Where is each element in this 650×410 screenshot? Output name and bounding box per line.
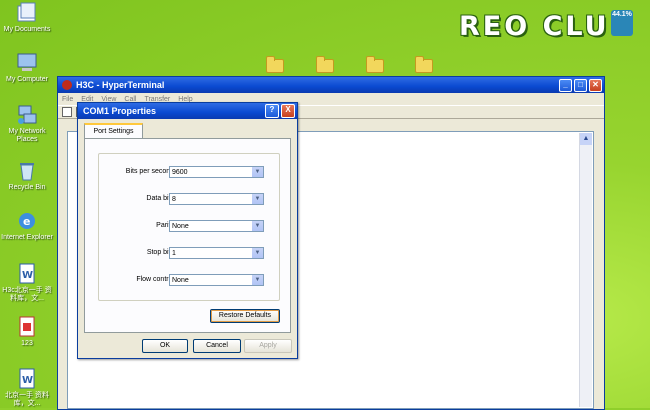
- scroll-up-icon[interactable]: ▲: [580, 133, 592, 145]
- tab-port-settings[interactable]: Port Settings: [84, 123, 143, 139]
- svg-text:e: e: [23, 215, 30, 228]
- minimize-button[interactable]: _: [559, 78, 572, 92]
- port-settings-panel: Bits per second: 9600 ▼ Data bits: 8 ▼ P…: [84, 138, 291, 333]
- documents-folder-icon: [15, 2, 39, 24]
- chevron-down-icon[interactable]: ▼: [251, 167, 263, 177]
- apply-button[interactable]: Apply: [244, 339, 292, 353]
- menu-file[interactable]: File: [62, 96, 73, 103]
- maximize-button[interactable]: □: [574, 78, 587, 92]
- com1-properties-dialog: COM1 Properties ? X Port Settings Bits p…: [77, 102, 298, 359]
- chevron-down-icon[interactable]: ▼: [251, 221, 263, 231]
- svg-text:W: W: [22, 270, 33, 281]
- folder-icon[interactable]: [266, 56, 284, 73]
- restore-defaults-button[interactable]: Restore Defaults: [210, 309, 280, 323]
- dialog-title: COM1 Properties: [83, 106, 157, 116]
- wallpaper-logo: REO CLU: [459, 10, 610, 42]
- new-connection-icon[interactable]: [62, 107, 72, 117]
- logo-badge: 44.1%: [611, 10, 633, 36]
- flow-control-select[interactable]: None ▼: [169, 274, 264, 286]
- word-document-icon: W: [15, 263, 39, 285]
- desktop-icon-recycle-bin[interactable]: Recycle Bin: [0, 160, 54, 192]
- chevron-down-icon[interactable]: ▼: [251, 248, 263, 258]
- desktop-icon-label: My Network Places: [8, 128, 46, 143]
- word-document-icon: W: [15, 368, 39, 390]
- chevron-down-icon[interactable]: ▼: [251, 275, 263, 285]
- desktop-icon-label: 123: [21, 340, 33, 347]
- desktop-icon-label: H3c北京一手 资料库，文...: [2, 287, 52, 302]
- desktop-icon-label: Recycle Bin: [8, 184, 46, 191]
- desktop-icon-123[interactable]: 123: [0, 316, 54, 348]
- stop-bits-select[interactable]: 1 ▼: [169, 247, 264, 259]
- desktop-icon-word-doc[interactable]: W H3c北京一手 资料库，文...: [0, 263, 54, 303]
- recycle-bin-icon: [15, 160, 39, 182]
- data-bits-select[interactable]: 8 ▼: [169, 193, 264, 205]
- close-button[interactable]: ✕: [589, 78, 602, 92]
- svg-text:W: W: [22, 375, 33, 386]
- chevron-down-icon[interactable]: ▼: [251, 194, 263, 204]
- parity-row: Parity: None ▼: [99, 220, 279, 233]
- folder-icon[interactable]: [316, 56, 334, 73]
- window-title: H3C - HyperTerminal: [76, 80, 165, 90]
- folder-icon[interactable]: [366, 56, 384, 73]
- network-icon: [15, 104, 39, 126]
- desktop-icon-my-computer[interactable]: My Computer: [0, 52, 54, 84]
- flow-control-value: None: [172, 277, 189, 284]
- flow-control-row: Flow control: None ▼: [99, 274, 279, 287]
- vertical-scrollbar[interactable]: ▲: [579, 133, 592, 407]
- parity-value: None: [172, 223, 189, 230]
- close-icon[interactable]: X: [281, 104, 295, 118]
- bits-per-second-value: 9600: [172, 169, 188, 176]
- parity-select[interactable]: None ▼: [169, 220, 264, 232]
- stop-bits-value: 1: [172, 250, 176, 257]
- dialog-titlebar[interactable]: COM1 Properties ? X: [78, 103, 297, 119]
- desktop-icon-internet-explorer[interactable]: e Internet Explorer: [0, 210, 54, 242]
- desktop-icon-label: 北京一手 资料库，文...: [5, 392, 49, 407]
- desktop-icon-word-doc-2[interactable]: W 北京一手 资料库，文...: [0, 368, 54, 408]
- help-icon[interactable]: ?: [265, 104, 279, 118]
- stop-bits-row: Stop bits: 1 ▼: [99, 247, 279, 260]
- hyperterminal-app-icon: [62, 80, 72, 90]
- desktop-icon-label: My Documents: [3, 26, 51, 33]
- computer-icon: [15, 52, 39, 74]
- ok-button[interactable]: OK: [142, 339, 188, 353]
- desktop-icon-my-documents[interactable]: My Documents: [0, 2, 54, 34]
- desktop-icon-my-network-places[interactable]: My Network Places: [0, 104, 54, 144]
- document-icon: [15, 316, 39, 338]
- internet-explorer-icon: e: [15, 210, 39, 232]
- data-bits-value: 8: [172, 196, 176, 203]
- desktop-icon-label: My Computer: [5, 76, 48, 83]
- desktop-icon-label: Internet Explorer: [1, 234, 53, 241]
- folder-icon[interactable]: [415, 56, 433, 73]
- data-bits-row: Data bits: 8 ▼: [99, 193, 279, 206]
- bits-per-second-row: Bits per second: 9600 ▼: [99, 166, 279, 179]
- cancel-button[interactable]: Cancel: [193, 339, 241, 353]
- hyperterminal-titlebar[interactable]: H3C - HyperTerminal _ □ ✕: [58, 77, 604, 93]
- settings-group: Bits per second: 9600 ▼ Data bits: 8 ▼ P…: [98, 153, 280, 301]
- bits-per-second-select[interactable]: 9600 ▼: [169, 166, 264, 178]
